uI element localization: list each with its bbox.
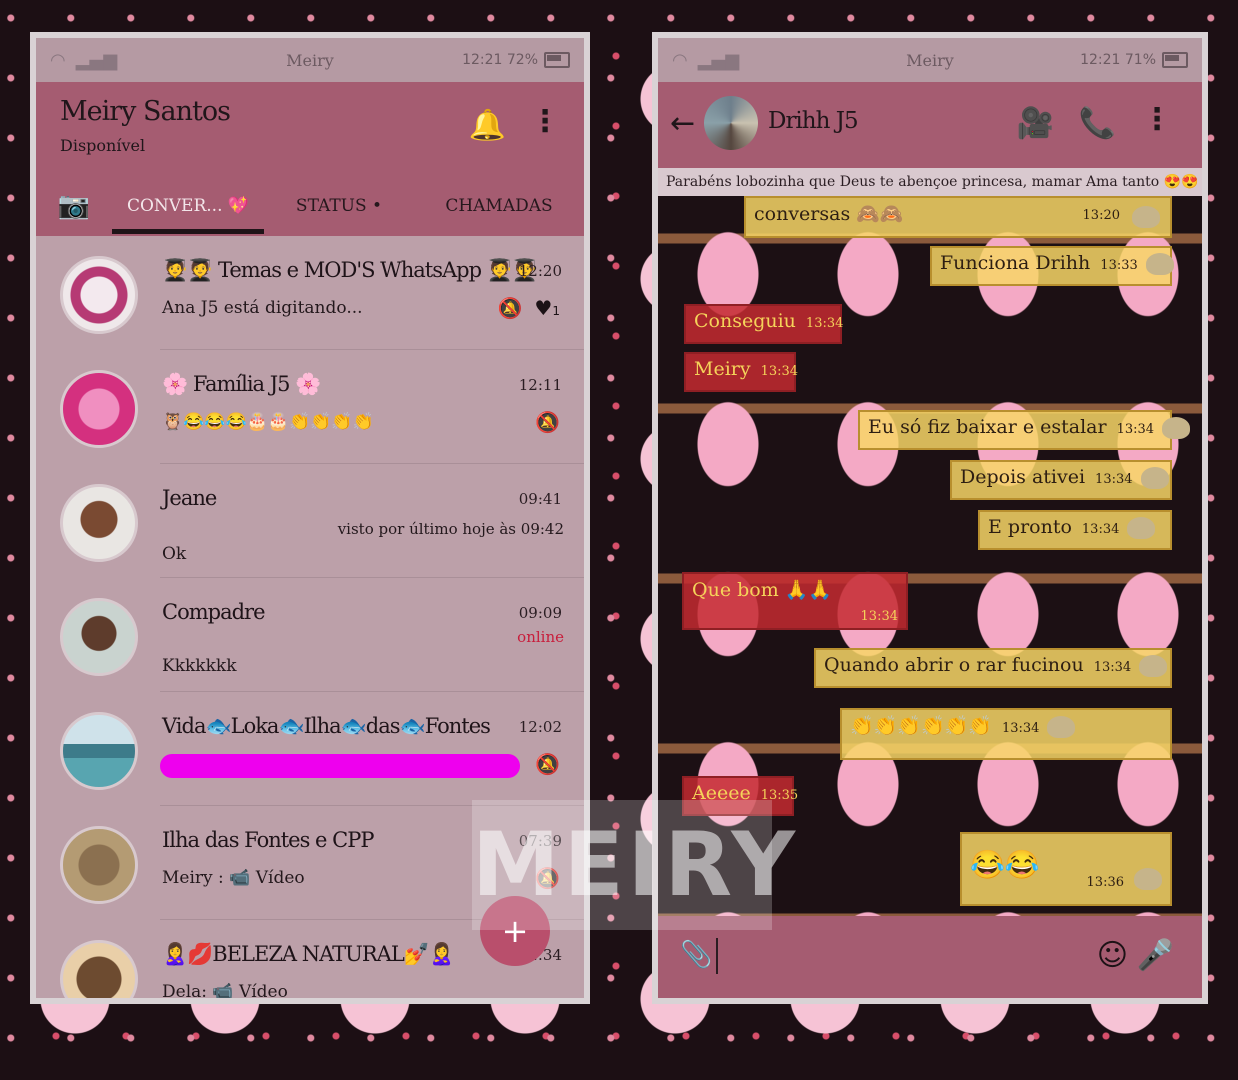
chat-row[interactable]: Compadre 09:09 online Kkkkkkk [36,578,584,692]
tab-bar: 📷 CONVER... 💖 STATUS • CHAMADAS [36,176,584,236]
message-bubble-incoming[interactable]: Que bom 🙏🙏 13:34 [682,572,908,630]
chat-preview: Dela: 📹 Vídeo [162,982,288,1002]
watermark-logo: MEIRY [472,800,795,930]
more-options-icon[interactable]: ⋮ [530,104,560,139]
status-bar: ◠ ▂▄▆ Meiry 12:21 71% [658,38,1202,82]
message-bubble-outgoing[interactable]: Eu só fiz baixar e estalar 13:34 [858,410,1191,450]
message-bubble-outgoing[interactable]: 😂😂 13:36 [960,832,1172,906]
contact-avatar[interactable] [704,96,758,150]
avatar [60,712,138,790]
message-bubble-outgoing[interactable]: Funciona Drihh 13:33 [930,246,1174,286]
tab-status[interactable]: STATUS • [264,196,414,216]
chat-row[interactable]: Vida🐟Loka🐟Ilha🐟das🐟Fontes 12:02 🔕 [36,692,584,806]
status-carrier: Meiry [286,50,334,70]
redacted-preview [160,754,520,778]
chat-header: ← Drihh J5 🎥 📞 ⋮ [658,82,1202,168]
message-input[interactable] [716,938,718,974]
chat-preview: Kkkkkkk [162,656,237,676]
battery-icon [1162,52,1188,68]
muted-icon: 🔕 [535,410,560,434]
message-bubble-outgoing[interactable]: E pronto 13:34 [978,510,1172,550]
status-bar: ◠ ▂▄▆ Meiry 12:21 72% [36,38,584,82]
chat-time: 12:11 [518,376,562,394]
avatar [60,598,138,676]
attachment-icon[interactable]: 📎 [680,940,712,970]
message-bubble-incoming[interactable]: Conseguiu 13:34 [684,304,843,344]
chat-name: Jeane [162,486,217,510]
last-seen: visto por último hoje às 09:42 [337,520,564,538]
profile-status: Disponível [60,136,146,155]
app-header: Meiry Santos Disponível 🔔 ⋮ 📷 CONVER... … [36,82,584,236]
avatar [60,256,138,334]
profile-name: Meiry Santos [60,96,231,127]
avatar [60,940,138,998]
chat-time: 09:41 [518,490,562,508]
battery-icon [544,52,570,68]
chat-name: 🌸 Família J5 🌸 [162,372,321,396]
more-options-icon[interactable]: ⋮ [1142,102,1172,137]
tab-calls[interactable]: CHAMADAS [414,196,584,216]
message-bubble-outgoing[interactable]: conversas 🙈🙈 13:20 [744,196,1172,238]
chat-time: 09:09 [518,604,562,622]
tab-conversations[interactable]: CONVER... 💖 [112,196,264,234]
message-bubble-outgoing[interactable]: Depois ativei 13:34 [950,460,1172,500]
chat-preview: Ana J5 está digitando... [162,298,363,318]
chat-name: Compadre [162,600,265,624]
chat-time: 12:20 [518,262,562,280]
chat-row[interactable]: Jeane 09:41 visto por último hoje às 09:… [36,464,584,578]
chat-name: Ilha das Fontes e CPP [162,828,374,852]
contact-name[interactable]: Drihh J5 [768,108,859,134]
chat-row[interactable]: 🧑‍🎓🧑‍🎓 Temas e MOD'S WhatsApp 🧑‍🎓🧑‍🎓 12:… [36,236,584,350]
unread-badge: ♥1 [534,296,560,320]
message-bubble-outgoing[interactable]: 👏👏👏👏👏👏 13:34 [840,708,1172,760]
status-carrier: Meiry [906,50,954,70]
avatar [60,484,138,562]
chat-name: 🧑‍🎓🧑‍🎓 Temas e MOD'S WhatsApp 🧑‍🎓🧑‍🎓 [162,258,538,282]
notification-bell-icon[interactable]: 🔔 [469,108,506,143]
phone-call-icon[interactable]: 📞 [1079,106,1116,141]
chat-row[interactable]: 🌸 Família J5 🌸 12:11 🦉😂😂😂🎂🎂👏👏👏👏 🔕 [36,350,584,464]
avatar [60,826,138,904]
microphone-icon[interactable]: 🎤 [1137,938,1174,973]
camera-icon[interactable]: 📷 [36,191,112,221]
video-call-icon[interactable]: 🎥 [1017,106,1054,141]
muted-icon: 🔕 [497,296,523,320]
chat-preview: 🦉😂😂😂🎂🎂👏👏👏👏 [162,412,374,432]
muted-icon: 🔕 [535,752,560,776]
message-bubble-outgoing[interactable]: Quando abrir o rar fucinou 13:34 [814,648,1172,688]
avatar [60,370,138,448]
chat-time: 12:02 [518,718,562,736]
chat-preview: Ok [162,544,187,564]
chat-name: Vida🐟Loka🐟Ilha🐟das🐟Fontes [162,714,491,738]
emoji-icon[interactable]: ☺ [1097,938,1128,973]
message-bubble-incoming[interactable]: Meiry 13:34 [684,352,798,392]
chat-name: 🙎‍♀️💋BELEZA NATURAL💅🙎‍♀️ [162,942,455,966]
contact-status-banner: Parabéns lobozinha que Deus te abençoe p… [658,168,1202,196]
chat-preview: Meiry : 📹 Vídeo [162,868,305,888]
online-status: online [517,628,564,646]
back-arrow-icon[interactable]: ← [670,106,695,141]
